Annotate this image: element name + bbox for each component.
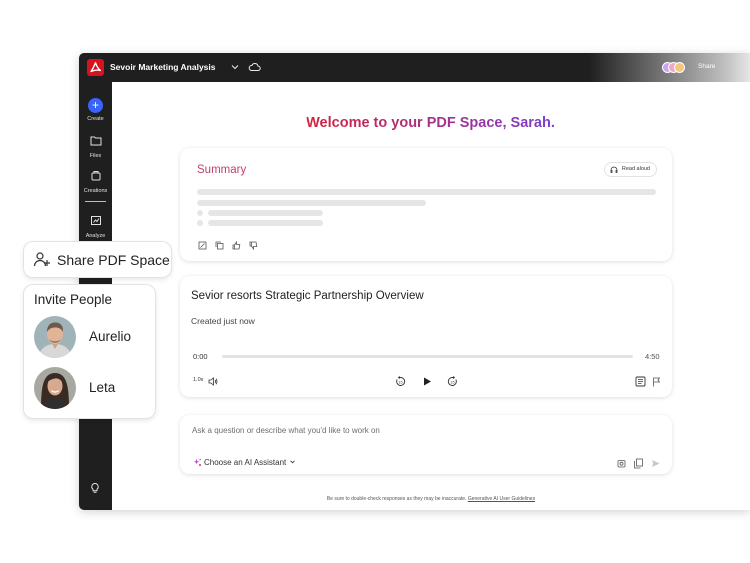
rewind-15-icon[interactable]: 15 [395,376,406,387]
add-person-icon [33,252,50,267]
sparkle-icon [193,458,202,467]
total-time: 4:50 [645,352,660,361]
thumbs-down-icon[interactable] [249,237,258,251]
collaborator-avatars[interactable] [662,62,686,73]
folder-icon [90,136,101,146]
ai-assistant-dropdown[interactable]: Choose an AI Assistant [193,458,296,467]
chevron-down-icon[interactable] [230,62,240,72]
edit-icon[interactable] [198,237,207,250]
transcript-icon[interactable] [635,376,646,387]
acrobat-logo-icon [87,59,104,76]
audio-overview-card: Sevior resorts Strategic Partnership Ove… [180,276,672,397]
svg-text:15: 15 [398,381,402,385]
forward-15-icon[interactable]: 15 [447,376,458,387]
rail-item-label: Files [89,153,102,159]
disclaimer-text: Be sure to double-check responses as the… [326,496,467,502]
person-name: Aurelio [89,329,132,344]
flag-icon[interactable] [652,377,661,387]
analyze-icon [90,216,101,225]
loading-placeholder [208,220,323,226]
chevron-down-icon [289,460,295,464]
ai-assistant-label: Choose an AI Assistant [204,458,287,467]
loading-bullet [197,220,203,226]
rail-item-creations[interactable]: Creations [79,168,112,194]
app-window: Sevoir Marketing Analysis Share + Create… [79,53,750,510]
loading-placeholder [208,210,323,216]
summary-title: Summary [197,164,247,176]
prompt-input[interactable] [192,423,652,438]
share-button[interactable]: Share [698,63,715,70]
invite-people-panel: Invite People Aurelio Leta [24,285,155,418]
rail-item-analyze[interactable]: Analyze [79,213,112,239]
attach-file-icon[interactable] [616,456,627,468]
summary-card: Summary Read aloud [180,148,672,261]
current-time: 0:00 [193,352,208,361]
share-pdf-space-button[interactable]: Share PDF Space [24,242,171,277]
creations-icon [91,171,100,181]
send-icon[interactable] [650,456,661,467]
rail-item-files[interactable]: Files [79,133,112,159]
welcome-heading: Welcome to your PDF Space, Sarah. [306,115,555,131]
copy-files-icon[interactable] [633,456,644,469]
copy-icon[interactable] [215,237,224,250]
disclaimer: Be sure to double-check responses as the… [112,496,750,502]
plus-icon: + [88,98,103,113]
audio-progress-bar[interactable] [222,355,633,358]
svg-text:15: 15 [450,381,454,385]
person-name: Leta [89,380,116,395]
lightbulb-icon[interactable] [89,482,101,494]
guidelines-link[interactable]: Generative AI User Guidelines [468,496,535,502]
audio-title: Sevior resorts Strategic Partnership Ove… [191,290,424,302]
avatar [674,62,685,73]
prompt-card: Choose an AI Assistant [180,415,672,474]
loading-bullet [197,210,203,216]
document-title[interactable]: Sevoir Marketing Analysis [110,62,216,72]
play-icon[interactable] [422,376,432,387]
loading-placeholder [197,200,426,206]
rail-item-label: Creations [83,188,108,194]
rail-item-create[interactable]: + Create [79,96,112,122]
rail-divider [85,201,106,202]
thumbs-up-icon[interactable] [232,237,241,250]
rail-item-label: Analyze [85,233,106,239]
cloud-icon[interactable] [248,61,261,73]
share-pdf-space-label: Share PDF Space [57,252,170,268]
title-bar: Sevoir Marketing Analysis Share [79,53,750,82]
invite-person-aurelio[interactable]: Aurelio [34,316,149,358]
avatar [34,316,76,358]
headphones-icon [610,166,618,173]
rail-item-label: Create [87,116,104,122]
avatar [34,367,76,409]
audio-created-status: Created just now [191,316,255,326]
read-aloud-label: Read aloud [621,166,650,172]
invite-person-leta[interactable]: Leta [34,367,149,409]
volume-icon[interactable] [208,377,218,386]
loading-placeholder [197,189,656,195]
invite-title: Invite People [34,292,113,307]
playback-speed-button[interactable]: 1.0x [193,377,203,383]
read-aloud-button[interactable]: Read aloud [604,163,656,176]
